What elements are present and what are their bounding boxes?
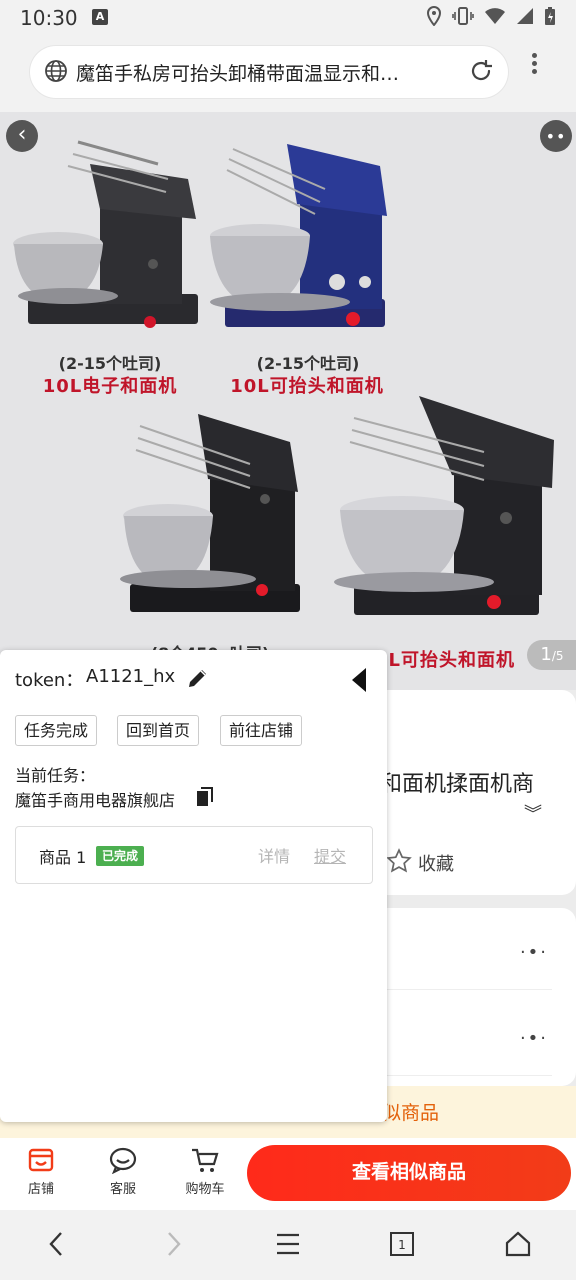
copy-icon[interactable] bbox=[196, 787, 214, 807]
gallery-counter: 1/5 bbox=[527, 640, 576, 670]
battery-icon bbox=[545, 7, 555, 25]
tab-customer-service-label: 客服 bbox=[109, 1182, 136, 1197]
url-text[interactable]: 魔笛手私房可抬头卸桶带面温显示和… bbox=[76, 59, 436, 86]
go-store-button[interactable]: 前往店铺 bbox=[220, 715, 303, 746]
tab-cart[interactable]: 购物车 bbox=[173, 1144, 237, 1197]
forward-icon[interactable] bbox=[158, 1228, 190, 1260]
menu-icon[interactable] bbox=[272, 1228, 304, 1260]
similar-banner-text[interactable]: 似商品 bbox=[382, 1098, 439, 1125]
option-row[interactable]: ·•· bbox=[380, 994, 552, 1076]
task-item: 商品 1 已完成 详情 提交 bbox=[15, 826, 373, 884]
notification-icon: A bbox=[92, 9, 108, 25]
tab-customer-service[interactable]: 客服 bbox=[91, 1144, 155, 1197]
more-menu-icon[interactable] bbox=[528, 50, 540, 84]
product-1-name: 10L电子和面机 bbox=[42, 376, 178, 397]
product-image-gallery[interactable]: (2-15个吐司) 10L电子和面机 (2-15个吐司) 10L可抬头和面机 (… bbox=[0, 112, 576, 690]
task-item-name: 商品 1 bbox=[39, 848, 87, 867]
product-1-capacity: (2-15个吐司) bbox=[58, 354, 162, 373]
collapse-panel-icon[interactable] bbox=[350, 666, 368, 694]
svg-text:1: 1 bbox=[398, 1238, 406, 1252]
product-2-capacity: (2-15个吐司) bbox=[256, 354, 360, 373]
cart-icon bbox=[192, 1148, 219, 1172]
address-bar[interactable]: 魔笛手私房可抬头卸桶带面温显示和… bbox=[30, 46, 508, 98]
globe-icon bbox=[45, 60, 67, 82]
status-badge: 已完成 bbox=[96, 846, 145, 866]
task-submit-link[interactable]: 提交 bbox=[314, 843, 346, 867]
edit-icon[interactable] bbox=[186, 666, 210, 690]
more-dots-icon[interactable]: ·•· bbox=[520, 942, 548, 963]
view-similar-button[interactable]: 查看相似商品 bbox=[247, 1145, 571, 1201]
option-row[interactable]: ·•· bbox=[380, 908, 552, 990]
tab-store-label: 店铺 bbox=[27, 1182, 54, 1197]
home-icon[interactable] bbox=[502, 1228, 534, 1260]
gallery-more-button[interactable]: •• bbox=[540, 120, 572, 152]
browser-toolbar: 魔笛手私房可抬头卸桶带面温显示和… bbox=[0, 36, 576, 112]
store-icon bbox=[28, 1148, 54, 1172]
vibrate-icon bbox=[452, 7, 474, 25]
token-label: token： bbox=[15, 670, 84, 691]
more-dots-icon[interactable]: ·•· bbox=[520, 1028, 548, 1049]
tabs-icon[interactable]: 1 bbox=[386, 1228, 418, 1260]
product-image-mixer-2 bbox=[210, 144, 387, 327]
gallery-counter-total: /5 bbox=[551, 649, 564, 663]
current-task-value: 魔笛手商用电器旗舰店 bbox=[15, 791, 176, 810]
gallery-back-button[interactable]: ‹ bbox=[6, 120, 38, 152]
wifi-icon bbox=[485, 8, 505, 24]
tab-store[interactable]: 店铺 bbox=[9, 1144, 73, 1197]
task-complete-button[interactable]: 任务完成 bbox=[15, 715, 98, 746]
expand-chevron-icon[interactable]: ︾ bbox=[524, 800, 542, 826]
status-icons bbox=[426, 6, 556, 26]
tab-cart-label: 购物车 bbox=[185, 1182, 225, 1197]
star-icon[interactable] bbox=[386, 848, 412, 874]
gallery-counter-current: 1 bbox=[540, 644, 552, 665]
status-time: 10:30 bbox=[20, 6, 78, 30]
reload-icon[interactable] bbox=[468, 58, 494, 84]
current-task-label: 当前任务： bbox=[15, 766, 96, 785]
favorite-label[interactable]: 收藏 bbox=[418, 850, 454, 876]
location-icon bbox=[426, 6, 442, 26]
back-home-button[interactable]: 回到首页 bbox=[117, 715, 200, 746]
task-panel: token： A1121_hx 任务完成 回到首页 前往店铺 当前任务： 魔笛手… bbox=[0, 650, 387, 1122]
product-title: 和面机揉面机商 bbox=[380, 772, 535, 797]
product-image-mixer-3 bbox=[120, 414, 300, 612]
chat-icon bbox=[109, 1147, 137, 1174]
bottom-action-bar: 店铺 客服 购物车 查看相似商品 bbox=[0, 1138, 576, 1210]
back-icon[interactable] bbox=[40, 1228, 72, 1260]
status-bar: 10:30 A bbox=[0, 0, 576, 36]
signal-icon bbox=[517, 8, 533, 24]
token-value: A1121_hx bbox=[86, 666, 176, 687]
product-image-mixer-4 bbox=[334, 396, 554, 615]
browser-navigation-bar: 1 bbox=[0, 1210, 576, 1280]
product-image-mixer-1 bbox=[13, 140, 198, 328]
task-detail-link[interactable]: 详情 bbox=[258, 843, 290, 867]
